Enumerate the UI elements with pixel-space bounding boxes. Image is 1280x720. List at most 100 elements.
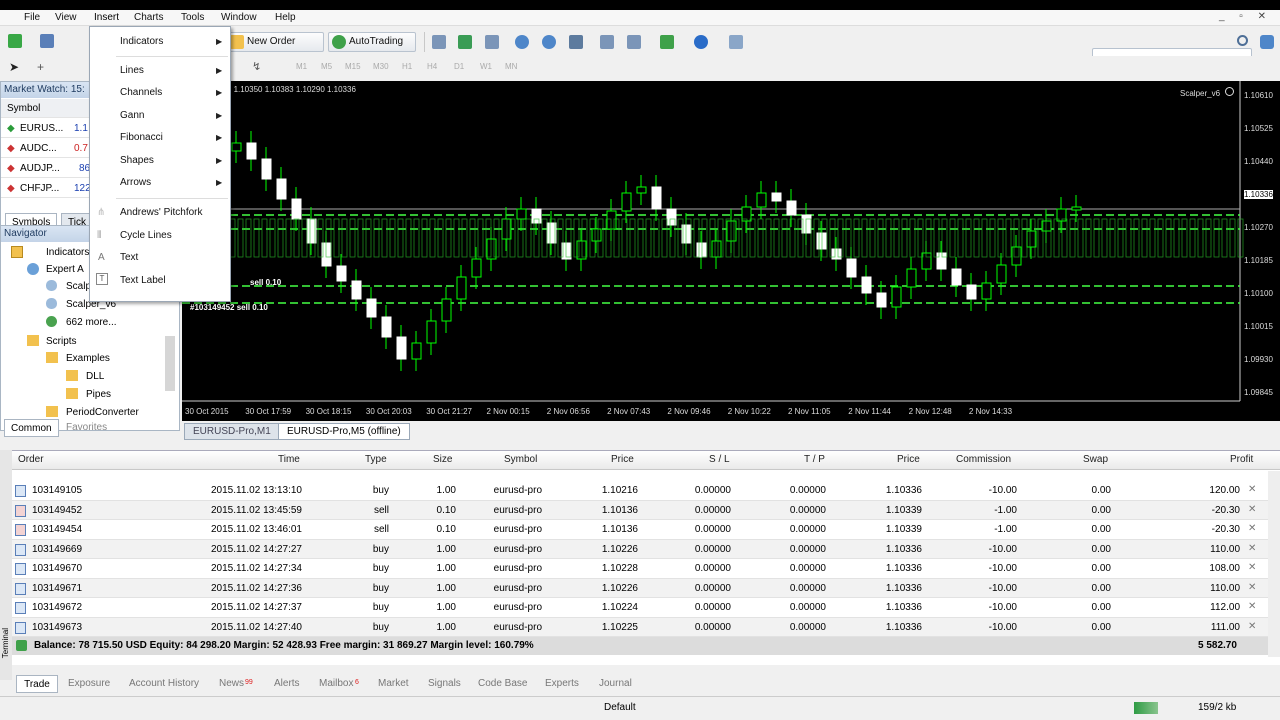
col-tp[interactable]: T / P	[804, 454, 825, 465]
close-order-icon[interactable]: ✕	[1248, 504, 1256, 515]
menu-item-arrows[interactable]: Arrows	[120, 177, 151, 188]
tf-m5[interactable]: M5	[321, 62, 332, 71]
menu-insert[interactable]: Insert	[94, 12, 119, 23]
col-symbol[interactable]: Symbol	[504, 454, 537, 465]
chart-shift-icon[interactable]	[627, 35, 641, 49]
tab-alerts[interactable]: Alerts	[274, 675, 300, 693]
tf-m15[interactable]: M15	[345, 62, 361, 71]
menu-item-indicators[interactable]: Indicators	[120, 36, 163, 47]
terminal-scrollbar[interactable]	[1268, 471, 1280, 657]
templates-icon[interactable]	[729, 35, 743, 49]
menu-file[interactable]: File	[24, 12, 40, 23]
menu-item-cycle-lines[interactable]: Cycle Lines	[120, 230, 172, 241]
tab-trade[interactable]: Trade	[16, 675, 58, 693]
tf-mn[interactable]: MN	[505, 62, 517, 71]
menu-item-andrews-pitchfork[interactable]: Andrews' Pitchfork	[120, 207, 203, 218]
col-size[interactable]: Size	[433, 454, 452, 465]
order-row[interactable]: 103149670 2015.11.02 14:27:34 buy 1.00 eurus…	[12, 559, 1268, 579]
tab-chart-m1[interactable]: EURUSD-Pro,M1	[184, 423, 280, 440]
col-sl[interactable]: S / L	[709, 454, 730, 465]
close-order-icon[interactable]: ✕	[1248, 543, 1256, 554]
col-time[interactable]: Time	[278, 454, 300, 465]
tab-account-history[interactable]: Account History	[129, 675, 199, 693]
tile-windows-icon[interactable]	[569, 35, 583, 49]
menu-item-lines[interactable]: Lines	[120, 65, 144, 76]
nav-dll[interactable]: DLL	[86, 371, 104, 382]
menu-tools[interactable]: Tools	[181, 12, 204, 23]
order-row[interactable]: 103149671 2015.11.02 14:27:36 buy 1.00 eurus…	[12, 578, 1268, 598]
col-commission[interactable]: Commission	[956, 454, 1011, 465]
tf-d1[interactable]: D1	[454, 62, 464, 71]
close-order-icon[interactable]: ✕	[1248, 621, 1256, 632]
nav-expert-advisors[interactable]: Expert A	[46, 264, 84, 275]
nav-periodconverter[interactable]: PeriodConverter	[66, 407, 139, 418]
navigator-scrollbar[interactable]	[165, 336, 175, 391]
new-chart-icon[interactable]	[8, 34, 22, 48]
periods-icon[interactable]	[694, 35, 708, 49]
close-order-icon[interactable]: ✕	[1248, 523, 1256, 534]
close-order-icon[interactable]: ✕	[1248, 562, 1256, 573]
nav-indicators[interactable]: Indicators	[46, 247, 89, 258]
menu-item-text-label[interactable]: Text Label	[120, 275, 166, 286]
nav-pipes[interactable]: Pipes	[86, 389, 111, 400]
close-order-icon[interactable]: ✕	[1248, 601, 1256, 612]
objects-icon[interactable]: ↯	[252, 61, 266, 75]
auto-scroll-icon[interactable]	[600, 35, 614, 49]
order-row[interactable]: 103149672 2015.11.02 14:27:37 buy 1.00 eurus…	[12, 598, 1268, 618]
col-current-price[interactable]: Price	[897, 454, 920, 465]
tab-news[interactable]: News	[219, 675, 244, 693]
menu-item-channels[interactable]: Channels	[120, 87, 162, 98]
nav-examples[interactable]: Examples	[66, 353, 110, 364]
order-row[interactable]: 103149105 2015.11.02 13:13:10 buy 1.00 eurus…	[12, 481, 1268, 501]
crosshair-icon[interactable]: +	[37, 61, 51, 75]
tf-m30[interactable]: M30	[373, 62, 389, 71]
menu-charts[interactable]: Charts	[134, 12, 163, 23]
price-chart[interactable]: USD-Pro,M5 1.10350 1.10383 1.10290 1.103…	[182, 81, 1280, 421]
close-order-icon[interactable]: ✕	[1248, 484, 1256, 495]
tf-h4[interactable]: H4	[427, 62, 437, 71]
menu-item-text[interactable]: Text	[120, 252, 138, 263]
tf-h1[interactable]: H1	[402, 62, 412, 71]
tf-w1[interactable]: W1	[480, 62, 492, 71]
indicators-icon[interactable]	[660, 35, 674, 49]
order-row[interactable]: 103149673 2015.11.02 14:27:40 buy 1.00 eurus…	[12, 617, 1268, 637]
chat-icon[interactable]	[1260, 35, 1274, 49]
tab-market[interactable]: Market	[378, 675, 409, 693]
order-row[interactable]: 103149452 2015.11.02 13:45:59 sell 0.10 euru…	[12, 500, 1268, 520]
window-controls[interactable]: _ ▫ ✕	[1219, 11, 1272, 22]
profiles-icon[interactable]	[40, 34, 54, 48]
menu-view[interactable]: View	[55, 12, 77, 23]
tf-m1[interactable]: M1	[296, 62, 307, 71]
order-row[interactable]: 103149669 2015.11.02 14:27:27 buy 1.00 eurus…	[12, 539, 1268, 559]
tab-signals[interactable]: Signals	[428, 675, 461, 693]
bar-chart-icon[interactable]	[432, 35, 446, 49]
col-profit[interactable]: Profit	[1230, 454, 1253, 465]
menu-help[interactable]: Help	[275, 12, 296, 23]
order-row[interactable]: 103149454 2015.11.02 13:46:01 sell 0.10 euru…	[12, 520, 1268, 540]
tab-code-base[interactable]: Code Base	[478, 675, 527, 693]
nav-scripts[interactable]: Scripts	[46, 336, 77, 347]
col-price[interactable]: Price	[611, 454, 634, 465]
close-order-icon[interactable]: ✕	[1248, 582, 1256, 593]
col-order[interactable]: Order	[18, 454, 44, 465]
tab-common[interactable]: Common	[4, 419, 59, 437]
menu-window[interactable]: Window	[221, 12, 257, 23]
candlestick-icon[interactable]	[458, 35, 472, 49]
tab-chart-m5-offline[interactable]: EURUSD-Pro,M5 (offline)	[278, 423, 410, 440]
cursor-icon[interactable]: ➤	[9, 61, 23, 75]
tab-mailbox[interactable]: Mailbox	[319, 675, 353, 693]
tab-exposure[interactable]: Exposure	[68, 675, 110, 693]
nav-scalp[interactable]: Scalp	[66, 281, 91, 292]
menu-item-gann[interactable]: Gann	[120, 110, 144, 121]
col-type[interactable]: Type	[365, 454, 387, 465]
line-chart-icon[interactable]	[485, 35, 499, 49]
nav-more[interactable]: 662 more...	[66, 317, 117, 328]
tab-favorites[interactable]: Favorites	[60, 419, 113, 437]
tab-experts[interactable]: Experts	[545, 675, 579, 693]
zoom-in-icon[interactable]	[515, 35, 529, 49]
zoom-out-icon[interactable]	[542, 35, 556, 49]
menu-item-shapes[interactable]: Shapes	[120, 155, 154, 166]
autotrading-button[interactable]: AutoTrading	[328, 32, 416, 52]
tab-journal[interactable]: Journal	[599, 675, 632, 693]
search-icon[interactable]	[1237, 35, 1248, 46]
